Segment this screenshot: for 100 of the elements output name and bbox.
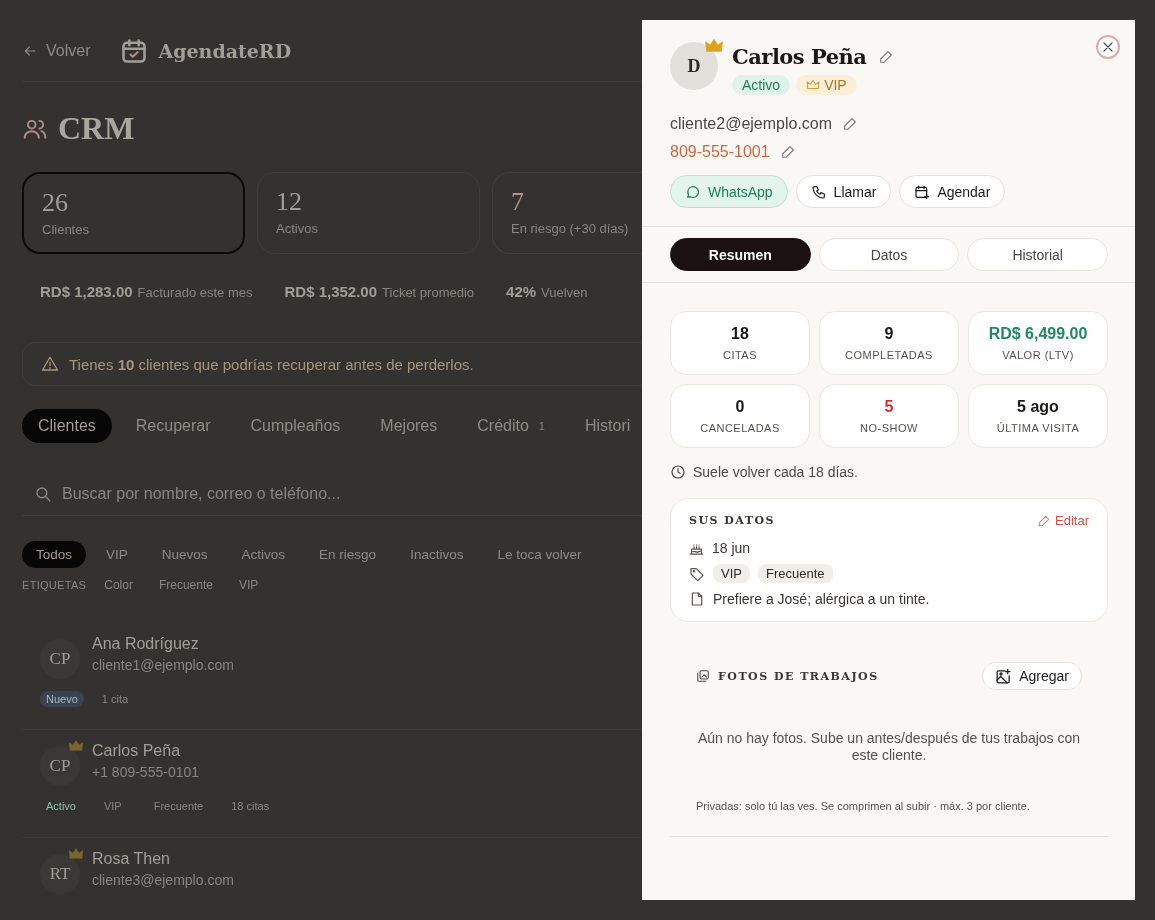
- warning-icon: [41, 355, 59, 373]
- stat-value: RD$ 6,499.00: [988, 325, 1088, 343]
- back-link[interactable]: Volver: [22, 41, 91, 60]
- add-button[interactable]: Agregar: [982, 662, 1082, 690]
- action-button[interactable]: Llamar: [795, 175, 892, 208]
- avatar-initials: CP: [49, 649, 71, 669]
- tab[interactable]: Crédito 1: [461, 409, 561, 443]
- client-contact: cliente3@ejemplo.com: [92, 872, 234, 888]
- clock-icon: [670, 464, 686, 480]
- filter-chip[interactable]: Todos: [22, 541, 87, 568]
- search-field[interactable]: Buscar por nombre, correo o teléfono...: [62, 484, 482, 503]
- pencil-icon: [842, 116, 859, 132]
- stat-value: 0: [735, 398, 745, 416]
- client-contact: +1 809-555-0101: [92, 764, 200, 780]
- tag-icon: [689, 565, 705, 582]
- client-tag: Frecuente: [757, 564, 833, 583]
- chat-bubble-icon: [685, 183, 701, 200]
- close-icon: [1101, 40, 1115, 54]
- edit-button[interactable]: [779, 144, 796, 160]
- client-row[interactable]: CP Ana Rodríguez cliente1@ejemplo.com Nuevo 1 cita: [22, 623, 642, 730]
- pencil-icon: [779, 144, 796, 160]
- tab[interactable]: Datos: [818, 238, 960, 271]
- visit-count: 1 cita: [100, 692, 130, 707]
- client-name: Carlos Peña: [92, 742, 182, 760]
- client-tag: VIP: [93, 798, 132, 814]
- filter-chip[interactable]: Nuevos: [147, 541, 222, 568]
- filter-chip[interactable]: En riesgo: [305, 541, 391, 568]
- tab[interactable]: Cumpleaños: [234, 409, 357, 443]
- privacy-note: Privadas: solo tú las ves. Se comprimen al subir · máx. 3 por cliente.: [696, 800, 1031, 812]
- client-row[interactable]: CP Carlos Peña +1 809-555-0101 Activo VIP Frecuente 18 citas: [22, 730, 642, 838]
- tag-chip[interactable]: Frecuente: [150, 576, 221, 594]
- tab[interactable]: Recuperar: [119, 409, 227, 443]
- stat-value: 26: [42, 188, 69, 218]
- edit-link[interactable]: Editar: [1037, 513, 1089, 528]
- client-tag: Activo: [40, 798, 82, 814]
- tab[interactable]: Mejores: [364, 409, 454, 443]
- tag-chip[interactable]: Color: [96, 576, 141, 594]
- stat-card[interactable]: 26 Clientes: [22, 172, 245, 254]
- filter-chip[interactable]: Le toca volver: [483, 541, 596, 568]
- client-phone: 809-555-1001: [670, 143, 770, 161]
- client-name: Ana Rodríguez: [92, 635, 200, 653]
- section-title: SUS DATOS: [689, 514, 775, 527]
- metric-label: Facturado este mes: [137, 285, 253, 300]
- phone-icon: [810, 183, 827, 200]
- section-title: FOTOS DE TRABAJOS: [718, 669, 879, 683]
- image-plus-icon: [995, 667, 1013, 685]
- stat-label: CITAS: [722, 349, 758, 361]
- calendar-plus-icon: [914, 183, 931, 200]
- client-contact: cliente1@ejemplo.com: [92, 657, 234, 673]
- edit-button[interactable]: [878, 48, 895, 65]
- client-name: Rosa Then: [92, 850, 171, 868]
- stat-label: COMPLETADAS: [845, 349, 933, 361]
- filter-chip[interactable]: Activos: [227, 541, 300, 568]
- client-row[interactable]: RT Rosa Then cliente3@ejemplo.com: [22, 838, 642, 920]
- metric-label: Ticket promedio: [382, 285, 475, 300]
- tab[interactable]: Resumen: [670, 238, 811, 271]
- close-button[interactable]: [1096, 35, 1120, 59]
- status-badge: Activo: [732, 75, 791, 95]
- brand-name: AgendateRD: [158, 39, 292, 62]
- client-tag: VIP: [713, 564, 750, 583]
- client-tag: Frecuente: [143, 798, 214, 814]
- file-icon: [689, 591, 705, 607]
- tags-label: ETIQUETAS: [22, 579, 87, 591]
- empty-message: Aún no hay fotos. Sube un antes/después de tus trabajos con este cliente.: [696, 730, 1082, 764]
- stat-value: 18: [731, 325, 749, 343]
- filter-chip[interactable]: VIP: [92, 541, 142, 568]
- client-tag: Nuevo: [40, 691, 84, 707]
- metric-value: 42%: [506, 283, 537, 300]
- client-name: Carlos Peña: [732, 44, 867, 69]
- stat-label: NO-SHOW: [860, 422, 918, 434]
- tag-chip[interactable]: VIP: [230, 576, 267, 594]
- client-note: Prefiere a José; alérgica a un tinte.: [713, 591, 930, 607]
- stat-value: 7: [511, 187, 525, 217]
- metric-label: Vuelven: [541, 285, 588, 300]
- avatar-initials: CP: [49, 756, 71, 776]
- stat-label: ÚLTIMA VISITA: [996, 422, 1080, 434]
- vip-badge: VIP: [796, 75, 857, 95]
- filter-chip[interactable]: Inactivos: [396, 541, 478, 568]
- tab[interactable]: Clientes: [22, 409, 112, 443]
- stat-label: Activos: [276, 221, 319, 236]
- stat-value: 5: [884, 398, 894, 416]
- client-email: cliente2@ejemplo.com: [670, 115, 833, 133]
- count-label: 1: [538, 420, 545, 432]
- edit-button[interactable]: [842, 116, 859, 132]
- crown-icon: [806, 78, 821, 92]
- stat-card[interactable]: 12 Activos: [257, 172, 480, 254]
- alert-text: Tienes 10 clientes que podrías recuperar antes de perderlos.: [69, 355, 474, 373]
- tab[interactable]: Historial: [967, 238, 1108, 271]
- action-button[interactable]: Agendar: [899, 175, 1006, 208]
- calendar-check-icon: [120, 36, 149, 65]
- stat-label: VALOR (LTV): [1002, 349, 1074, 361]
- avatar-initials: RT: [49, 864, 71, 884]
- stat-value: 5 ago: [1017, 398, 1059, 416]
- action-button[interactable]: WhatsApp: [670, 175, 788, 208]
- visit-count: 18 citas: [230, 799, 271, 814]
- pencil-icon: [1037, 513, 1052, 528]
- tab[interactable]: Histori: [568, 409, 631, 443]
- return-note: Suele volver cada 18 días.: [693, 464, 858, 480]
- metric-value: RD$ 1,352.00: [284, 283, 378, 300]
- stat-label: Clientes: [42, 222, 90, 237]
